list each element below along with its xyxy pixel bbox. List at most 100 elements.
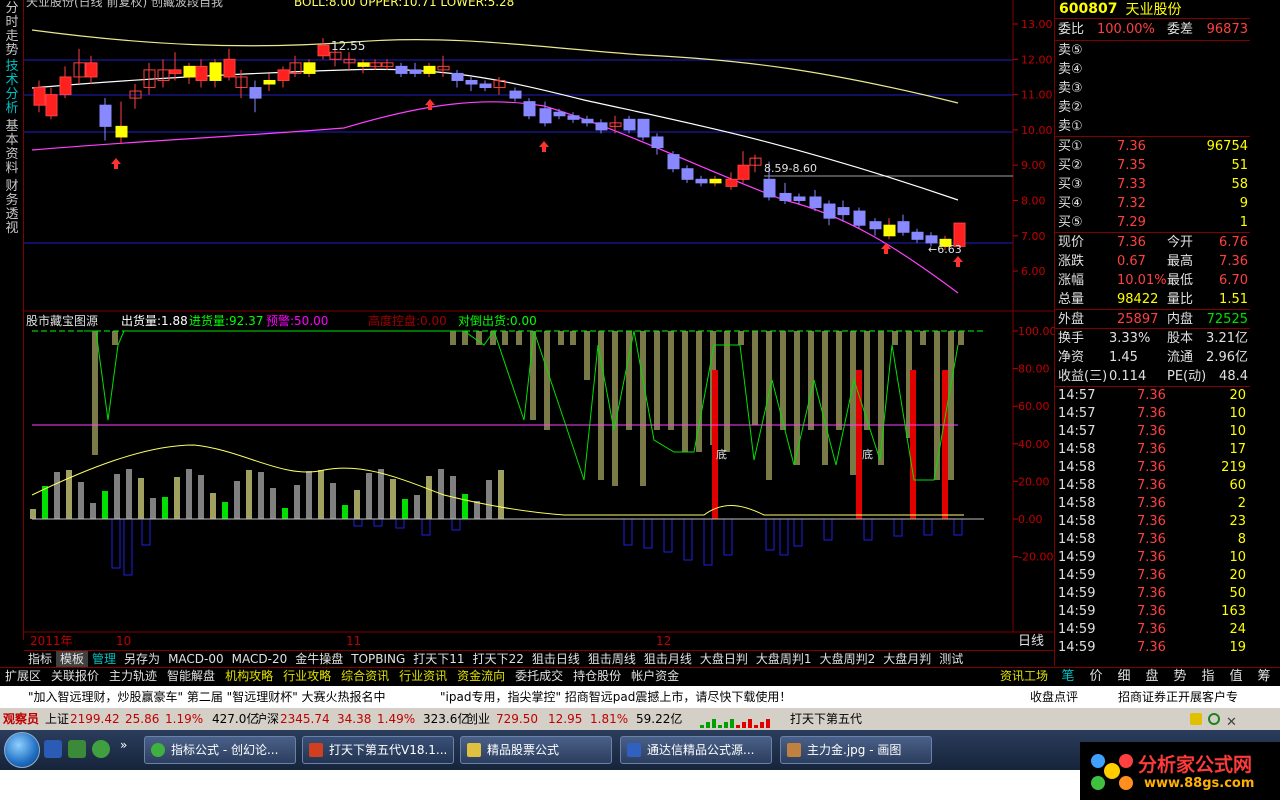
quote-view-tab[interactable]: 势 bbox=[1166, 668, 1194, 685]
quote-view-tab[interactable]: 值 bbox=[1222, 668, 1250, 685]
task-paint[interactable]: 主力金.jpg - 画图 bbox=[780, 736, 932, 764]
indicator-tab[interactable]: 另存为 bbox=[120, 651, 164, 667]
tick-price: 7.36 bbox=[1137, 424, 1166, 439]
sub-bar bbox=[462, 494, 468, 519]
indicator-tab[interactable]: 大盘周判2 bbox=[816, 651, 880, 667]
task-formula-editor[interactable]: 指标公式 - 创幻论... bbox=[144, 736, 296, 764]
extension-tab[interactable]: 行业攻略 bbox=[278, 668, 336, 685]
annotation-range: 8.59-8.60 bbox=[764, 162, 817, 175]
breadth-bar bbox=[754, 725, 758, 728]
start-button[interactable] bbox=[4, 732, 40, 768]
word-icon[interactable] bbox=[44, 740, 62, 758]
quote-view-tab[interactable]: 筹 bbox=[1250, 668, 1278, 685]
annotation-high: 12.55 bbox=[331, 39, 365, 53]
chart-title: 天业股份(日线 前复权) 创藏波段自我 bbox=[26, 0, 223, 9]
stat-value: 0.67 bbox=[1117, 254, 1146, 269]
candle bbox=[317, 44, 330, 57]
indicator-tab[interactable]: 狙击月线 bbox=[640, 651, 696, 667]
indicator-tab[interactable]: 模板 bbox=[56, 651, 89, 667]
stat-value: 10.01% bbox=[1117, 273, 1167, 288]
tab-basic-info[interactable]: 基本资料 bbox=[4, 120, 20, 176]
extension-tab[interactable]: 关联报价 bbox=[46, 668, 104, 685]
sub-bar bbox=[498, 470, 504, 519]
news-ticker[interactable]: "加入智远理财，炒股赢豪车" 第二届 "智远理财杯" 大赛火热报名中 "ipad… bbox=[0, 686, 1280, 708]
indicator-tab[interactable]: 打天下11 bbox=[409, 651, 468, 667]
sub-bar bbox=[162, 497, 168, 519]
sub-bar bbox=[474, 501, 480, 519]
quote-view-tab[interactable]: 指 bbox=[1194, 668, 1222, 685]
indicator-tab[interactable]: 狙击周线 bbox=[584, 651, 640, 667]
app-name: 打天下第五代 bbox=[790, 712, 863, 726]
task-tdx-formula[interactable]: 通达信精品公式源... bbox=[620, 736, 772, 764]
indicator-tab[interactable]: 大盘月判 bbox=[879, 651, 935, 667]
indicator-tab[interactable]: 指标 bbox=[24, 651, 56, 667]
excel-icon[interactable] bbox=[68, 740, 86, 758]
indicator-tab[interactable]: 大盘日判 bbox=[696, 651, 752, 667]
breadth-bar bbox=[706, 722, 710, 728]
extension-tab[interactable]: 持仓股份 bbox=[568, 668, 626, 685]
tick-row: 14:57 7.36 10 bbox=[1055, 423, 1250, 441]
indicator-tab[interactable]: 管理 bbox=[88, 651, 120, 667]
lock-icon[interactable] bbox=[1190, 713, 1202, 725]
extension-tab[interactable]: 综合资讯 bbox=[336, 668, 394, 685]
ticker-item-1[interactable]: "加入智远理财，炒股赢豪车" 第二届 "智远理财杯" 大赛火热报名中 bbox=[28, 686, 386, 708]
candle bbox=[925, 235, 938, 244]
info-workshop-tab[interactable]: 资讯工场 bbox=[1000, 667, 1054, 685]
indicator-tab[interactable]: 狙击日线 bbox=[528, 651, 584, 667]
tick-row: 14:59 7.36 50 bbox=[1055, 585, 1250, 603]
stat-value: 6.76 bbox=[1219, 235, 1248, 250]
indicator-tab[interactable]: MACD-20 bbox=[228, 651, 292, 667]
extension-tab[interactable]: 委托成交 bbox=[510, 668, 568, 685]
indicator-tab[interactable]: 大盘周判1 bbox=[752, 651, 816, 667]
quicklaunch-more-icon[interactable]: » bbox=[120, 738, 127, 752]
extension-tab[interactable]: 行业资讯 bbox=[394, 668, 452, 685]
indicator-tab[interactable]: 打天下22 bbox=[469, 651, 528, 667]
extension-tab[interactable]: 扩展区 bbox=[0, 668, 46, 685]
tab-technical-analysis[interactable]: 技术分析 bbox=[4, 60, 20, 116]
candle bbox=[357, 62, 370, 67]
kline-chart[interactable]: 天业股份(日线 前复权) 创藏波段自我 BOLL:8.00 UPPER:10.7… bbox=[24, 0, 1054, 650]
extension-tab[interactable]: 帐户资金 bbox=[626, 668, 684, 685]
task-stock-formula[interactable]: 精品股票公式 bbox=[460, 736, 612, 764]
quote-view-tab[interactable]: 细 bbox=[1110, 668, 1138, 685]
tick-time: 14:57 bbox=[1058, 424, 1096, 439]
task-dtx-app[interactable]: 打天下第五代V18.1... bbox=[302, 736, 454, 764]
indicator-tab[interactable]: MACD-00 bbox=[164, 651, 228, 667]
extension-tab[interactable]: 机构攻略 bbox=[220, 668, 278, 685]
tick-price: 7.36 bbox=[1137, 406, 1166, 421]
tab-financials[interactable]: 财务透视 bbox=[4, 180, 20, 236]
weicha-value: 96873 bbox=[1206, 22, 1248, 37]
sub-bar bbox=[724, 331, 730, 452]
fund-label: 收益(三) bbox=[1058, 369, 1108, 384]
sub-bar bbox=[544, 331, 550, 430]
ticker-item-4[interactable]: 招商证券正开展客户专 bbox=[1118, 686, 1238, 708]
tick-row: 14:59 7.36 19 bbox=[1055, 639, 1250, 657]
sub-bar bbox=[318, 470, 324, 519]
ticker-item-2[interactable]: "ipad专用，指尖掌控" 招商智远pad震撼上市，请尽快下载使用！ bbox=[440, 686, 791, 708]
quote-view-tab[interactable]: 笔 bbox=[1054, 668, 1082, 685]
quote-view-tab[interactable]: 价 bbox=[1082, 668, 1110, 685]
extension-tab[interactable]: 主力轨迹 bbox=[104, 668, 162, 685]
stat-value: 7.36 bbox=[1117, 235, 1146, 250]
globe-icon[interactable] bbox=[1208, 713, 1220, 725]
tab-intraday[interactable]: 分时走势 bbox=[4, 2, 20, 58]
candle bbox=[725, 178, 738, 187]
candle bbox=[479, 83, 492, 89]
indicator-tab[interactable]: 金牛操盘 bbox=[291, 651, 347, 667]
indicator-tab[interactable]: TOPBING bbox=[347, 651, 409, 667]
sub-bar bbox=[112, 331, 118, 345]
quote-view-tab[interactable]: 盘 bbox=[1138, 668, 1166, 685]
buy-row: 买② 7.35 51 bbox=[1055, 156, 1250, 175]
sub-bar bbox=[808, 331, 814, 430]
period-label[interactable]: 日线 bbox=[1018, 634, 1044, 649]
indicator-tab[interactable]: 测试 bbox=[935, 651, 967, 667]
extension-tab[interactable]: 智能解盘 bbox=[162, 668, 220, 685]
price-tick: 9.00 bbox=[1021, 159, 1046, 172]
candle bbox=[667, 154, 680, 170]
cy-index-change: 12.95 bbox=[548, 712, 583, 726]
candle bbox=[681, 168, 694, 180]
ie-icon[interactable] bbox=[92, 740, 110, 758]
extension-tab[interactable]: 资金流向 bbox=[452, 668, 510, 685]
sub-red-bar bbox=[910, 370, 916, 519]
ticker-item-3[interactable]: 收盘点评 bbox=[1030, 686, 1078, 708]
